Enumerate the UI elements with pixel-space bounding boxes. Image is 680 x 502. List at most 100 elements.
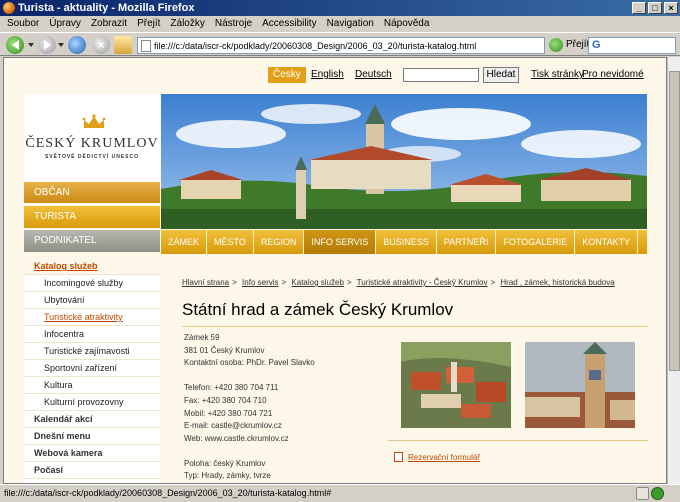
breadcrumb: Hlavní strana > Info servis > Katalog služ…: [182, 278, 615, 287]
castle-tower-photo[interactable]: [525, 342, 635, 428]
sidebar-item-kamera[interactable]: Webová kamera: [24, 445, 160, 462]
go-button[interactable]: [549, 38, 563, 52]
status-text: file:///c:/data/iscr-ck/podklady/2006030…: [4, 488, 332, 498]
sidebar-item-menu[interactable]: Dnešní menu: [24, 428, 160, 445]
navigation-toolbar: × Přejít G: [0, 32, 680, 56]
town-panorama-photo: [161, 94, 647, 229]
status-page-icon[interactable]: [636, 487, 649, 500]
window-titlebar: Turista - aktuality - Mozilla Firefox _ …: [0, 0, 680, 16]
nav-partneri[interactable]: PARTNEŘI: [437, 230, 497, 254]
url-input[interactable]: [154, 38, 544, 53]
sidebar-item-provozovny[interactable]: Kulturní provozovny: [24, 394, 160, 411]
phone: Telefon: +420 380 704 711: [184, 383, 279, 393]
site-search-button[interactable]: Hledat: [483, 67, 519, 83]
menu-nastroje[interactable]: Nástroje: [210, 16, 257, 32]
back-dropdown-icon[interactable]: [28, 43, 34, 47]
nav-business[interactable]: BUSINESS: [376, 230, 437, 254]
reload-button[interactable]: [68, 36, 86, 54]
address-line: 381 01 Český Krumlov: [184, 345, 265, 355]
page-title: Státní hrad a zámek Český Krumlov: [182, 300, 454, 319]
sidebar-item-ubytovani[interactable]: Ubytování: [24, 292, 160, 309]
google-icon: G: [592, 39, 601, 51]
minimize-button[interactable]: _: [632, 2, 646, 14]
breadcrumb-link[interactable]: Hrad , zámek, historická budova: [500, 278, 614, 287]
lang-deutsch[interactable]: Deutsch: [355, 67, 392, 83]
nav-region[interactable]: REGION: [254, 230, 305, 254]
location: Poloha: český Krumlov: [184, 458, 266, 468]
audience-tab-obcan[interactable]: OBČAN: [24, 182, 160, 204]
breadcrumb-link[interactable]: Hlavní strana: [182, 278, 229, 287]
web: Web: www.castle.ckrumlov.cz: [184, 433, 289, 443]
menubar: Soubor Úpravy Zobrazit Přejít Záložky Ná…: [0, 16, 680, 32]
main-content: Hlavní strana > Info servis > Katalog služ…: [172, 272, 648, 483]
sidebar-item-pocasi[interactable]: Počasí: [24, 462, 160, 479]
vertical-scrollbar[interactable]: [667, 57, 680, 484]
address-line: Zámek 59: [184, 333, 220, 342]
sidebar-item-infocentra[interactable]: Infocentra: [24, 326, 160, 343]
site-logo[interactable]: ČESKÝ KRUMLOV SVĚTOVÉ DĚDICTVÍ UNESCO: [24, 94, 160, 182]
sidebar-item-atraktivity[interactable]: Turistické atraktivity: [24, 309, 160, 326]
contact-person: Kontaktní osoba: PhDr. Pavel Slavko: [184, 358, 315, 368]
window-controls: _ □ ×: [632, 2, 678, 14]
type: Typ: Hrady, zámky, tvrze: [184, 471, 271, 481]
nav-zamek[interactable]: ZÁMEK: [161, 230, 208, 254]
breadcrumb-link[interactable]: Turistické atraktivity - Český Krumlov: [357, 278, 488, 287]
menu-prejit[interactable]: Přejít: [132, 16, 165, 32]
forward-button[interactable]: [38, 36, 56, 54]
sidebar-item-kultura[interactable]: Kultura: [24, 377, 160, 394]
sidebar-item-incoming[interactable]: Incomingové služby: [24, 275, 160, 292]
menu-upravy[interactable]: Úpravy: [44, 16, 86, 32]
contact-details: Zámek 59 381 01 Český Krumlov Kontaktní …: [184, 332, 315, 483]
audience-tab-turista[interactable]: TURISTA: [24, 206, 160, 228]
fax: Fax: +420 380 704 710: [184, 395, 267, 405]
menu-accessibility[interactable]: Accessibility: [257, 16, 321, 32]
reservation-box: Rezervační formulář: [388, 440, 648, 480]
forward-dropdown-icon[interactable]: [58, 43, 64, 47]
sidebar-item-zajimavosti[interactable]: Turistické zajímavosti: [24, 343, 160, 360]
back-button[interactable]: [6, 36, 24, 54]
castle-aerial-photo[interactable]: [401, 342, 511, 428]
blind-link[interactable]: Pro nevidomé: [582, 67, 644, 83]
search-box[interactable]: G: [588, 37, 676, 54]
lang-english[interactable]: English: [311, 67, 344, 83]
title-divider: [182, 326, 648, 327]
logo-subtitle: SVĚTOVÉ DĚDICTVÍ UNESCO: [44, 154, 140, 160]
breadcrumb-link[interactable]: Info servis: [242, 278, 278, 287]
sidebar: Katalog služeb Incomingové služby Ubytov…: [24, 258, 160, 483]
menu-navigation[interactable]: Navigation: [322, 16, 379, 32]
page-viewport: Česky English Deutsch Hledat Tisk stránk…: [3, 57, 667, 484]
stop-button[interactable]: ×: [92, 36, 110, 54]
lang-cesky[interactable]: Česky: [268, 67, 306, 83]
maximize-button[interactable]: □: [648, 2, 662, 14]
home-button[interactable]: [114, 36, 132, 54]
reservation-link[interactable]: Rezervační formulář: [408, 453, 480, 462]
site-search-input[interactable]: [403, 68, 479, 82]
print-link[interactable]: Tisk stránky: [531, 67, 584, 83]
status-check-icon[interactable]: [651, 487, 664, 500]
sidebar-heading-katalog[interactable]: Katalog služeb: [24, 258, 160, 275]
menu-zobrazit[interactable]: Zobrazit: [86, 16, 132, 32]
firefox-icon: [3, 2, 15, 14]
menu-soubor[interactable]: Soubor: [2, 16, 44, 32]
menu-napoveda[interactable]: Nápověda: [379, 16, 435, 32]
go-label[interactable]: Přejít: [566, 39, 589, 50]
crown-icon: [82, 114, 106, 128]
main-navigation: ZÁMEK MĚSTO REGION INFO SERVIS BUSINESS …: [161, 230, 647, 254]
nav-mesto[interactable]: MĚSTO: [207, 230, 254, 254]
nav-info-servis[interactable]: INFO SERVIS: [304, 230, 377, 254]
sidebar-item-kalendar[interactable]: Kalendář akcí: [24, 411, 160, 428]
form-icon: [394, 452, 403, 462]
sidebar-item-sport[interactable]: Sportovní zařízení: [24, 360, 160, 377]
page-icon: [141, 40, 151, 52]
url-bar[interactable]: [137, 37, 545, 54]
nav-fotogalerie[interactable]: FOTOGALERIE: [496, 230, 576, 254]
close-button[interactable]: ×: [664, 2, 678, 14]
menu-zalozky[interactable]: Záložky: [165, 16, 209, 32]
nav-kontakty[interactable]: KONTAKTY: [575, 230, 639, 254]
language-bar: Česky English Deutsch Hledat Tisk stránk…: [4, 58, 666, 94]
breadcrumb-link[interactable]: Katalog služeb: [291, 278, 343, 287]
audience-tab-podnikatel[interactable]: PODNIKATEL: [24, 230, 160, 252]
scrollbar-thumb[interactable]: [669, 71, 680, 371]
mobile: Mobil: +420 380 704 721: [184, 408, 273, 418]
window-title: Turista - aktuality - Mozilla Firefox: [18, 2, 195, 14]
